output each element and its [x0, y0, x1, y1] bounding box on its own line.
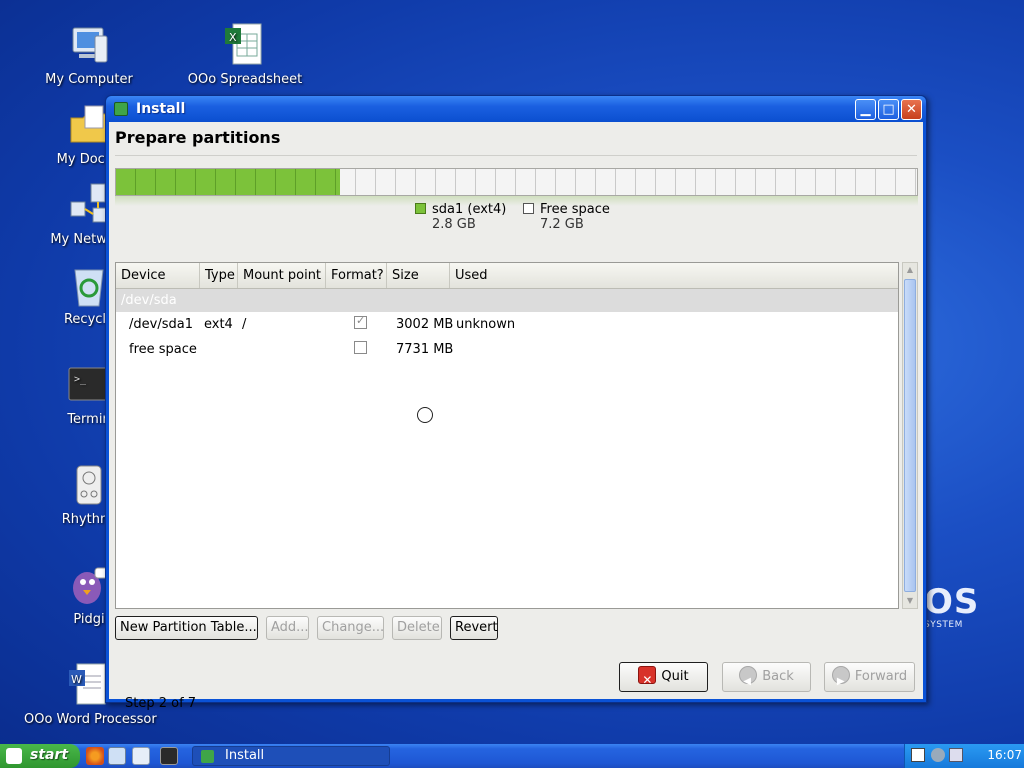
- revert-button[interactable]: Revert: [450, 616, 498, 640]
- office-icon[interactable]: [132, 747, 150, 765]
- taskbar: start Install 16:07: [0, 744, 1024, 768]
- add-partition-button[interactable]: Add...: [266, 616, 309, 640]
- page-title: Prepare partitions: [115, 128, 281, 147]
- desktop-icon-label: My Computer: [45, 72, 133, 87]
- scroll-up-icon[interactable]: ▲: [903, 263, 917, 277]
- partition-table[interactable]: Device Type Mount point Format? Size Use…: [115, 262, 899, 609]
- cell-mount: /: [242, 317, 247, 332]
- partition-bar: [115, 168, 918, 196]
- close-icon: ✕: [906, 101, 917, 117]
- column-header-type[interactable]: Type: [200, 263, 238, 288]
- cell-size: 3002 MB: [396, 317, 454, 332]
- window-titlebar[interactable]: Install ▁ □ ✕: [106, 96, 926, 122]
- minimize-button[interactable]: ▁: [855, 98, 876, 120]
- busy-cursor-icon: [417, 407, 433, 423]
- maximize-icon: □: [882, 101, 895, 117]
- spreadsheet-icon: X: [221, 22, 269, 70]
- network-status-icon[interactable]: [949, 748, 963, 762]
- svg-text:W: W: [71, 673, 82, 686]
- start-button[interactable]: start: [0, 744, 80, 768]
- legend-swatch-free: [523, 203, 534, 214]
- format-checkbox[interactable]: [354, 316, 367, 329]
- svg-text:X: X: [229, 31, 237, 44]
- new-partition-table-button[interactable]: New Partition Table...: [115, 616, 258, 640]
- forward-label: Forward: [854, 669, 908, 684]
- window-title: Install: [136, 101, 186, 117]
- svg-text:>_: >_: [74, 374, 87, 385]
- file-manager-icon[interactable]: [108, 747, 126, 765]
- legend-item-sda1: sda1 (ext4) 2.8 GB: [415, 202, 506, 232]
- cell-device: /dev/sda1: [129, 317, 193, 332]
- partition-bar-reflection: [115, 196, 918, 206]
- installer-app-icon: [114, 102, 128, 116]
- desktop-icon-label: OOo Spreadsheet: [187, 72, 303, 87]
- quit-icon: [638, 666, 657, 694]
- cell-format: [330, 341, 391, 358]
- back-label: Back: [762, 669, 794, 684]
- taskbar-item-label: Install: [225, 748, 265, 763]
- table-vertical-scrollbar[interactable]: ▲ ▼: [902, 262, 918, 609]
- column-header-size[interactable]: Size: [387, 263, 450, 288]
- cell-used: unknown: [456, 317, 516, 332]
- firefox-icon[interactable]: [86, 747, 104, 765]
- install-window: Install ▁ □ ✕ Prepare partitions sda1 (e…: [105, 95, 927, 711]
- desktop-brand-logo: OS SYSTEM: [924, 582, 979, 630]
- desktop-icon-label: OOo Word Processor: [24, 712, 157, 727]
- desktop-icon-ooo-spreadsheet[interactable]: X OOo Spreadsheet: [180, 22, 310, 87]
- back-button[interactable]: Back: [722, 662, 811, 696]
- cell-format: [330, 316, 391, 333]
- scroll-down-icon[interactable]: ▼: [903, 594, 917, 608]
- legend-swatch-sda1: [415, 203, 426, 214]
- legend-size: 7.2 GB: [540, 217, 584, 232]
- quit-label: Quit: [661, 669, 689, 684]
- desktop-icon-my-computer[interactable]: My Computer: [24, 22, 154, 87]
- clock[interactable]: 16:07: [987, 748, 1022, 762]
- computer-icon: [65, 22, 113, 70]
- format-checkbox[interactable]: [354, 341, 367, 354]
- legend-item-free-space: Free space 7.2 GB: [523, 202, 610, 232]
- volume-icon[interactable]: [931, 748, 945, 762]
- table-row[interactable]: free space 7731 MB: [116, 337, 898, 362]
- installer-task-icon: [201, 750, 214, 763]
- forward-button[interactable]: Forward: [824, 662, 915, 696]
- step-indicator: Step 2 of 7: [125, 696, 197, 711]
- delete-partition-button[interactable]: Delete: [392, 616, 442, 640]
- cell-size: 7731 MB: [396, 342, 454, 357]
- forward-arrow-icon: [831, 666, 850, 696]
- disk-group-row[interactable]: /dev/sda: [116, 289, 898, 312]
- cell-type: ext4: [204, 317, 233, 332]
- column-header-used[interactable]: Used: [450, 263, 898, 288]
- table-row[interactable]: /dev/sda1 ext4 / 3002 MB unknown: [116, 312, 898, 337]
- column-header-device[interactable]: Device: [116, 263, 200, 288]
- maximize-button[interactable]: □: [878, 98, 899, 120]
- column-header-mount-point[interactable]: Mount point: [238, 263, 326, 288]
- legend-name: sda1 (ext4): [432, 202, 507, 217]
- legend-size: 2.8 GB: [432, 217, 476, 232]
- window-client-area: Prepare partitions sda1 (ext4) 2.8 GB Fr…: [109, 122, 923, 711]
- taskbar-item-install[interactable]: Install: [192, 746, 390, 766]
- system-tray: 16:07: [904, 744, 1024, 768]
- scrollbar-thumb[interactable]: [904, 279, 916, 592]
- workspace-switcher-icon[interactable]: [911, 748, 925, 762]
- cell-device: free space: [129, 342, 197, 357]
- start-logo-icon: [6, 748, 22, 764]
- brand-text: OS: [924, 582, 980, 622]
- heading-divider: [115, 155, 917, 156]
- terminal-launcher-icon[interactable]: [160, 747, 178, 765]
- close-button[interactable]: ✕: [901, 98, 922, 120]
- legend-name: Free space: [540, 202, 610, 217]
- table-header: Device Type Mount point Format? Size Use…: [116, 263, 898, 289]
- quit-button[interactable]: Quit: [619, 662, 708, 694]
- back-arrow-icon: [739, 666, 758, 696]
- partition-bar-used-segment: [116, 169, 341, 195]
- column-header-format[interactable]: Format?: [326, 263, 387, 288]
- minimize-icon: ▁: [860, 101, 871, 117]
- start-label: start: [30, 747, 69, 763]
- change-partition-button[interactable]: Change...: [317, 616, 384, 640]
